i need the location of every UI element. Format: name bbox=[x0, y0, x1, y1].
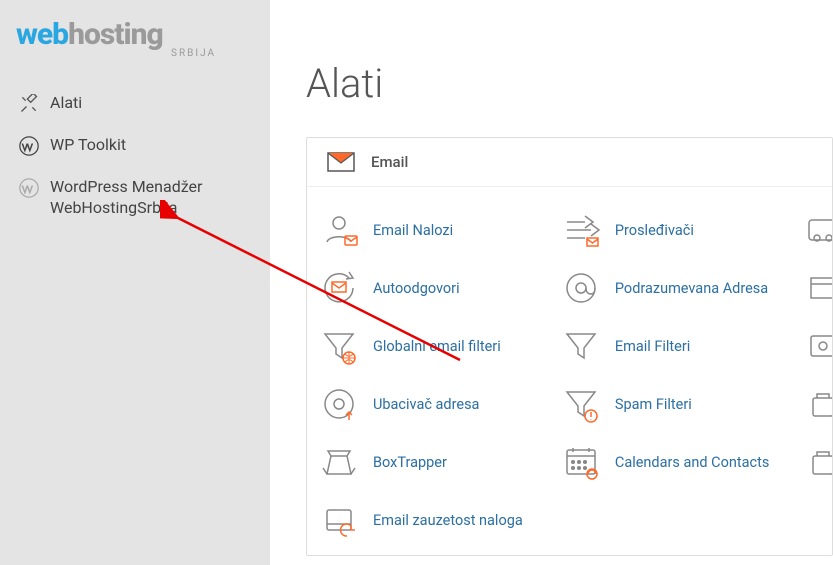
email-icon bbox=[327, 152, 355, 172]
sidebar: webhosting SRBIJA Alati WP Toolkit bbox=[0, 0, 270, 565]
box-icon bbox=[319, 442, 359, 482]
partial-icon bbox=[803, 268, 832, 308]
sidebar-item-label: WordPress Menadžer WebHostingSrbija bbox=[50, 177, 252, 219]
tool-global-email-filters[interactable]: Globalni email filteri bbox=[319, 317, 561, 375]
tool-label: Calendars and Contacts bbox=[615, 454, 769, 471]
logo-part-ing: ing bbox=[123, 17, 162, 52]
tool-label: Autoodgovori bbox=[373, 280, 460, 297]
reply-mail-icon bbox=[319, 268, 359, 308]
sidebar-item-label: WP Toolkit bbox=[50, 135, 126, 156]
tools-icon bbox=[18, 93, 40, 115]
forward-icon bbox=[561, 210, 601, 250]
tool-label: Globalni email filteri bbox=[373, 338, 501, 355]
at-icon bbox=[561, 268, 601, 308]
tool-label: BoxTrapper bbox=[373, 454, 447, 471]
tool-autoresponders[interactable]: Autoodgovori bbox=[319, 259, 561, 317]
tool-email-disk-usage[interactable]: Email zauzetost naloga bbox=[319, 491, 561, 549]
panel-title: Email bbox=[371, 153, 408, 171]
tool-forwarders[interactable]: Prosleđivači bbox=[561, 201, 803, 259]
funnel-globe-icon bbox=[319, 326, 359, 366]
partial-icon bbox=[803, 326, 832, 366]
tool-label: Spam Filteri bbox=[615, 396, 692, 413]
tool-calendars-contacts[interactable]: Calendars and Contacts bbox=[561, 433, 803, 491]
funnel-icon bbox=[561, 326, 601, 366]
tool-label: Email Filteri bbox=[615, 338, 690, 355]
tool-default-address[interactable]: Podrazumevana Adresa bbox=[561, 259, 803, 317]
circle-up-icon bbox=[319, 384, 359, 424]
logo-text: webhosting bbox=[16, 20, 254, 50]
tool-label: Podrazumevana Adresa bbox=[615, 280, 768, 297]
tool-label: Ubacivač adresa bbox=[373, 396, 479, 413]
tool-partial-1[interactable] bbox=[803, 201, 832, 259]
tool-partial-2[interactable] bbox=[803, 259, 832, 317]
tool-column-2: Prosleđivači Podrazumevana Adresa bbox=[561, 201, 803, 549]
sidebar-item-wp-toolkit[interactable]: WP Toolkit bbox=[0, 125, 270, 167]
page-title: Alati bbox=[306, 0, 833, 137]
partial-icon bbox=[803, 384, 832, 424]
logo-part-web: web bbox=[16, 17, 68, 52]
tool-column-3-partial bbox=[803, 201, 832, 549]
tool-email-filters[interactable]: Email Filteri bbox=[561, 317, 803, 375]
tool-partial-5[interactable] bbox=[803, 433, 832, 491]
partial-icon bbox=[803, 442, 832, 482]
user-mail-icon bbox=[319, 210, 359, 250]
tool-partial-3[interactable] bbox=[803, 317, 832, 375]
logo: webhosting SRBIJA bbox=[0, 10, 270, 83]
partial-icon bbox=[803, 210, 832, 250]
tool-boxtrapper[interactable]: BoxTrapper bbox=[319, 433, 561, 491]
email-panel: Email Email Nalozi bbox=[306, 137, 833, 556]
disk-usage-icon bbox=[319, 500, 359, 540]
tool-column-1: Email Nalozi Autoodgovori bbox=[319, 201, 561, 549]
tool-partial-4[interactable] bbox=[803, 375, 832, 433]
tool-address-importer[interactable]: Ubacivač adresa bbox=[319, 375, 561, 433]
panel-body: Email Nalozi Autoodgovori bbox=[307, 187, 832, 555]
tool-spam-filters[interactable]: Spam Filteri bbox=[561, 375, 803, 433]
funnel-alert-icon bbox=[561, 384, 601, 424]
logo-part-host: host bbox=[68, 17, 123, 52]
tool-label: Email Nalozi bbox=[373, 222, 453, 239]
wordpress-icon bbox=[18, 177, 40, 199]
tool-label: Prosleđivači bbox=[615, 222, 694, 239]
main-content: Alati Email bbox=[270, 0, 833, 565]
wordpress-icon bbox=[18, 135, 40, 157]
calendar-icon bbox=[561, 442, 601, 482]
tool-email-accounts[interactable]: Email Nalozi bbox=[319, 201, 561, 259]
sidebar-item-alati[interactable]: Alati bbox=[0, 83, 270, 125]
sidebar-item-wordpress-manager[interactable]: WordPress Menadžer WebHostingSrbija bbox=[0, 167, 270, 229]
panel-header[interactable]: Email bbox=[307, 138, 832, 187]
sidebar-item-label: Alati bbox=[50, 93, 82, 114]
tool-label: Email zauzetost naloga bbox=[373, 512, 523, 529]
